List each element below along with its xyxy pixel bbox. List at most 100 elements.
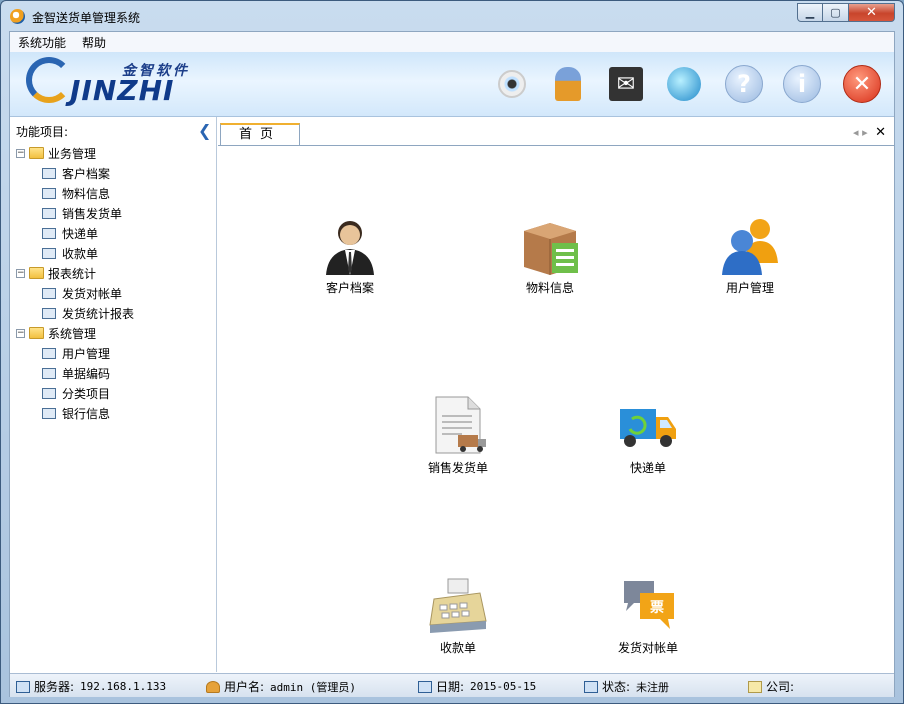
user-icon[interactable]	[548, 64, 588, 104]
tile-receipts[interactable]: 收款单	[398, 575, 518, 656]
tree-item-label: 物料信息	[62, 186, 111, 201]
server-icon	[16, 680, 30, 693]
folder-icon	[29, 267, 44, 279]
tab-home[interactable]: 首页	[220, 123, 300, 145]
mail-icon[interactable]: ✉	[606, 64, 646, 104]
tree-group[interactable]: − 系统管理	[16, 323, 134, 343]
status-company: 公司:	[748, 678, 800, 695]
header-banner: 金智软件 JINZHI ✉ ? i ✕	[10, 52, 894, 117]
tree-item-label: 发货统计报表	[62, 306, 135, 321]
tree-item-label: 单据编码	[62, 366, 111, 381]
user-label: 用户名:	[224, 680, 265, 694]
window-title: 金智送货单管理系统	[32, 11, 141, 25]
tree-group[interactable]: − 业务管理	[16, 143, 134, 163]
help-icon[interactable]: ?	[724, 64, 764, 104]
network-icon[interactable]	[664, 64, 704, 104]
tree-group[interactable]: − 报表统计	[16, 263, 134, 283]
tile-customer[interactable]: 客户档案	[290, 215, 410, 296]
cash-register-icon	[428, 575, 488, 635]
tile-label: 物料信息	[525, 281, 574, 295]
server-label: 服务器:	[34, 680, 75, 694]
document-icon	[42, 367, 56, 379]
status-user: 用户名: admin (管理员)	[206, 678, 356, 695]
tree-group-label: 业务管理	[48, 146, 97, 161]
tree-item-label: 客户档案	[62, 166, 111, 181]
expander-minus-icon[interactable]: −	[16, 268, 25, 278]
tree-item[interactable]: 分类项目	[16, 383, 134, 403]
user-value: admin (管理员)	[270, 680, 357, 694]
document-icon	[42, 227, 56, 239]
document-icon	[42, 287, 56, 299]
tree-item-label: 快递单	[62, 226, 99, 241]
collapse-panel-button[interactable]: ❮	[198, 121, 211, 140]
businessman-icon	[320, 215, 380, 275]
tile-label: 销售发货单	[427, 461, 488, 475]
tree-item[interactable]: 银行信息	[16, 403, 134, 423]
minimize-button[interactable]: ▁	[797, 3, 823, 22]
tree-item[interactable]: 销售发货单	[16, 203, 134, 223]
delivery-truck-icon	[618, 395, 678, 455]
tree-item[interactable]: 快递单	[16, 223, 134, 243]
tab-scroll-left-icon[interactable]: ◂	[853, 126, 859, 139]
tab-scroll-right-icon[interactable]: ▸	[862, 126, 868, 139]
expander-minus-icon[interactable]: −	[16, 328, 25, 338]
date-value: 2015-05-15	[470, 680, 537, 693]
tree-item-label: 发货对帐单	[62, 286, 123, 301]
tree-item[interactable]: 发货对帐单	[16, 283, 134, 303]
title-bar[interactable]: 金智送货单管理系统 ▁ ▢ ✕	[1, 1, 903, 31]
tree-item[interactable]: 单据编码	[16, 363, 134, 383]
folder-icon	[29, 327, 44, 339]
client-area: 系统功能 帮助 金智软件 JINZHI ✉ ? i ✕ 功能项目: ❮ − 业务管…	[9, 31, 895, 697]
tile-sales-delivery[interactable]: 销售发货单	[398, 395, 518, 476]
tree-group-label: 系统管理	[48, 326, 97, 341]
close-tab-icon[interactable]: ✕	[875, 125, 886, 140]
tree-item[interactable]: 收款单	[16, 243, 134, 263]
tile-material[interactable]: 物料信息	[490, 215, 610, 296]
status-state: 状态: 未注册	[584, 678, 669, 695]
tree-item[interactable]: 发货统计报表	[16, 303, 134, 323]
expander-minus-icon[interactable]: −	[16, 148, 25, 158]
company-icon	[748, 680, 762, 693]
app-window: 金智送货单管理系统 ▁ ▢ ✕ 系统功能 帮助 金智软件 JINZHI ✉ ? …	[0, 0, 904, 704]
tile-label: 发货对帐单	[617, 641, 678, 655]
tree-item[interactable]: 物料信息	[16, 183, 134, 203]
info-icon[interactable]: i	[782, 64, 822, 104]
document-icon	[42, 347, 56, 359]
calendar-icon	[418, 680, 432, 693]
state-label: 状态:	[602, 680, 631, 694]
menu-system[interactable]: 系统功能	[10, 34, 74, 51]
server-value: 192.168.1.133	[80, 680, 167, 693]
tile-delivery-statement[interactable]: 票 发货对帐单	[588, 575, 708, 656]
tree-item[interactable]: 用户管理	[16, 343, 134, 363]
tree-item-label: 销售发货单	[62, 206, 123, 221]
tree-item[interactable]: 客户档案	[16, 163, 134, 183]
tree-item-label: 用户管理	[62, 346, 111, 361]
document-icon	[42, 207, 56, 219]
exit-icon[interactable]: ✕	[842, 64, 882, 104]
tile-express[interactable]: 快递单	[588, 395, 708, 476]
maximize-button[interactable]: ▢	[823, 3, 849, 22]
tree-item-label: 银行信息	[62, 406, 111, 421]
logo-swirl-icon	[26, 57, 72, 103]
status-server: 服务器: 192.168.1.133	[16, 678, 166, 695]
camera-icon[interactable]	[492, 64, 532, 104]
tile-users[interactable]: 用户管理	[690, 215, 810, 296]
menu-help[interactable]: 帮助	[74, 34, 114, 51]
svg-text:票: 票	[650, 600, 664, 616]
document-icon	[42, 387, 56, 399]
tree-item-label: 分类项目	[62, 386, 111, 401]
folder-icon	[29, 147, 44, 159]
tab-strip: 首页 ◂ ▸ ✕	[218, 117, 894, 146]
tree-item-label: 收款单	[62, 246, 99, 261]
document-truck-icon	[428, 395, 488, 455]
user-status-icon	[206, 680, 220, 693]
function-panel: 功能项目: ❮ − 业务管理 客户档案 物料信息 销售发货单 快递单 收款单 − 报表统计 发货对…	[10, 117, 217, 672]
tile-label: 快递单	[629, 461, 666, 475]
tree-group-label: 报表统计	[48, 266, 97, 281]
document-icon	[42, 307, 56, 319]
tab-nav: ◂ ▸ ✕	[853, 125, 886, 140]
state-value: 未注册	[636, 680, 670, 694]
state-icon	[584, 680, 598, 693]
close-window-button[interactable]: ✕	[849, 3, 895, 22]
document-icon	[42, 407, 56, 419]
